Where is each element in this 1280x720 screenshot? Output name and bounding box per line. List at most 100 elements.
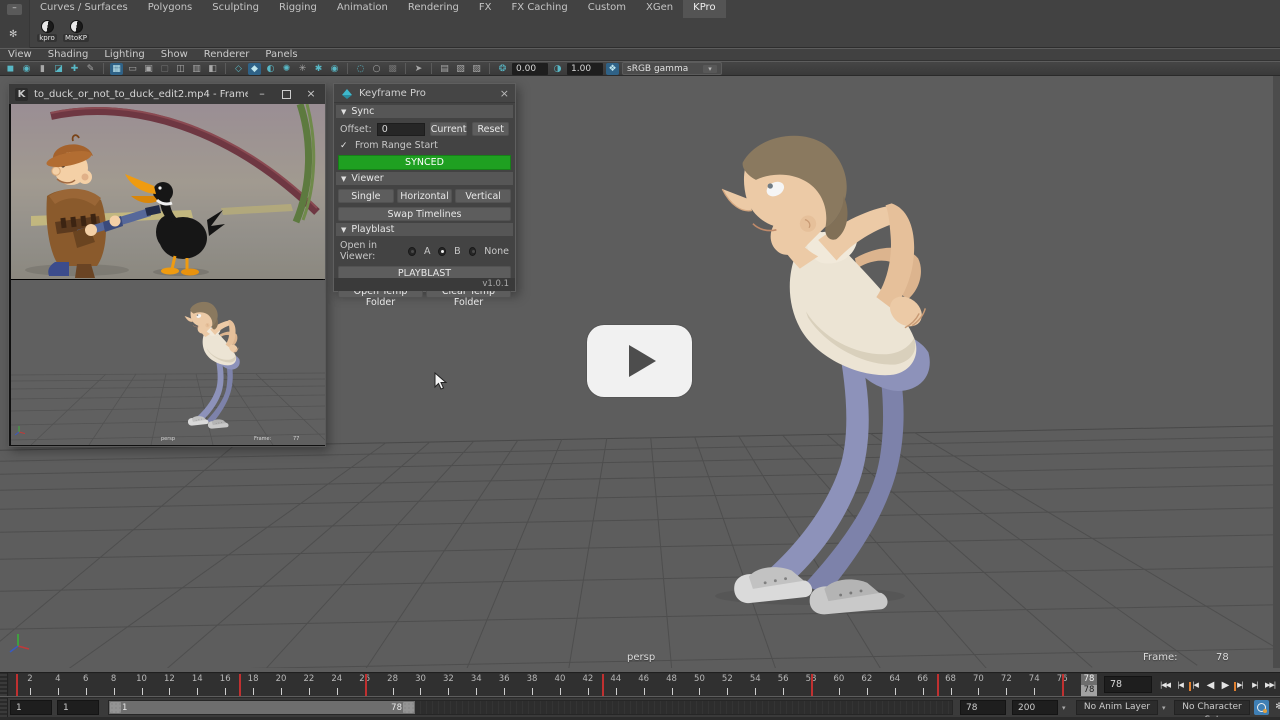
bookmark-icon[interactable]: ▮ <box>36 63 49 75</box>
toolbar-gamma-field[interactable]: 1.00 <box>567 63 603 75</box>
keyframe-pro-close-button[interactable]: × <box>500 84 509 103</box>
shelf-tab-custom[interactable]: Custom <box>578 0 636 18</box>
video-close-button[interactable]: × <box>303 84 319 104</box>
isolate-select-icon[interactable]: ▩ <box>386 63 399 75</box>
2d-pan-zoom-icon[interactable]: ✚ <box>68 63 81 75</box>
gate-mask-icon[interactable]: ▢ <box>158 63 171 75</box>
step-back-frame-button[interactable]: |◀ <box>1188 681 1202 689</box>
shelf-item-kpro[interactable]: kpro <box>34 19 60 42</box>
character-set-dropdown[interactable]: No Character Set <box>1174 700 1250 715</box>
grease-pencil-icon[interactable]: ✎ <box>84 63 97 75</box>
shelf-tab-rendering[interactable]: Rendering <box>398 0 469 18</box>
xray-icon[interactable]: ▤ <box>438 63 451 75</box>
panel-menu-show[interactable]: Show <box>161 49 188 61</box>
select-camera-icon[interactable]: ◼ <box>4 63 17 75</box>
color-space-dropdown-arrow[interactable]: ▾ <box>703 65 717 73</box>
shaded-icon[interactable]: ◆ <box>248 63 261 75</box>
current-time-indicator[interactable]: 78 78 <box>1081 674 1097 696</box>
anim-layer-dropdown[interactable]: No Anim Layer <box>1076 700 1158 715</box>
animation-end-field[interactable] <box>1012 700 1058 715</box>
playback-end-field[interactable] <box>960 700 1006 715</box>
viewer-horizontal-button[interactable]: Horizontal <box>397 189 453 203</box>
offset-input[interactable] <box>377 123 425 136</box>
step-back-key-button[interactable]: |◀ <box>1173 681 1187 689</box>
range-slider-bar[interactable]: 1 78 <box>109 701 415 714</box>
shelf-tab-rigging[interactable]: Rigging <box>269 0 327 18</box>
viewer-a-cartoon-clip[interactable] <box>11 104 325 279</box>
synced-status-button[interactable]: SYNCED <box>338 155 511 170</box>
shelf-tab-fx-caching[interactable]: FX Caching <box>502 0 578 18</box>
toolbar-exposure-field[interactable]: 0.00 <box>512 63 548 75</box>
step-forward-key-button[interactable]: ▶| <box>1248 681 1262 689</box>
shelf-tab-xgen[interactable]: XGen <box>636 0 683 18</box>
viewer-b-playblast-clip[interactable]: persp Frame: 77 <box>11 280 325 445</box>
shelf-item-mtokp[interactable]: MtoKP <box>63 19 89 42</box>
range-end-handle[interactable] <box>403 702 414 713</box>
panel-menu-shading[interactable]: Shading <box>48 49 89 61</box>
range-start-handle[interactable] <box>110 702 121 713</box>
anim-layer-dropdown-arrow[interactable]: ▾ <box>1062 704 1066 712</box>
panel-menu-lighting[interactable]: Lighting <box>104 49 144 61</box>
viewer-section-header[interactable]: ▼ Viewer <box>336 172 513 185</box>
gamma-icon[interactable]: ◑ <box>551 63 564 75</box>
field-chart-icon[interactable]: ◫ <box>174 63 187 75</box>
video-play-overlay-button[interactable] <box>587 325 692 397</box>
depth-of-field-icon[interactable]: ○ <box>370 63 383 75</box>
keyframe-pro-titlebar[interactable]: Keyframe Pro × <box>334 84 515 103</box>
use-all-lights-icon[interactable]: ✺ <box>280 63 293 75</box>
range-slider-grip[interactable] <box>0 698 8 717</box>
viewer-none-radio[interactable] <box>469 247 477 256</box>
shelf-gear-icon[interactable]: ✻ <box>9 29 17 40</box>
current-button[interactable]: Current <box>430 122 468 136</box>
range-slider-track[interactable]: 1 78 <box>108 700 953 715</box>
time-slider-grip[interactable] <box>0 673 8 696</box>
viewer-single-button[interactable]: Single <box>338 189 394 203</box>
wireframe-icon[interactable]: ◇ <box>232 63 245 75</box>
current-frame-field[interactable] <box>1104 676 1152 693</box>
film-gate-icon[interactable]: ▭ <box>126 63 139 75</box>
shadows-icon[interactable]: ✳ <box>296 63 309 75</box>
viewer-b-radio[interactable] <box>438 247 446 256</box>
viewer-vertical-button[interactable]: Vertical <box>455 189 511 203</box>
shelf-tab-sculpting[interactable]: Sculpting <box>202 0 269 18</box>
shelf-tab-curves-surfaces[interactable]: Curves / Surfaces <box>30 0 138 18</box>
video-minimize-button[interactable]: – <box>254 84 270 104</box>
step-forward-frame-button[interactable]: ▶| <box>1233 681 1247 689</box>
resolution-gate-icon[interactable]: ▣ <box>142 63 155 75</box>
play-forwards-button[interactable]: ▶ <box>1218 680 1232 691</box>
shelf-collapse-button[interactable]: – <box>7 4 22 15</box>
grid-icon[interactable]: ▦ <box>110 63 123 75</box>
playback-start-field[interactable] <box>57 700 99 715</box>
sync-section-header[interactable]: ▼ Sync <box>336 105 513 118</box>
panel-menu-renderer[interactable]: Renderer <box>204 49 250 61</box>
textured-icon[interactable]: ◐ <box>264 63 277 75</box>
ambient-occlusion-icon[interactable]: ✱ <box>312 63 325 75</box>
plugin-shapes-icon[interactable]: ▨ <box>470 63 483 75</box>
playblast-section-header[interactable]: ▼ Playblast <box>336 223 513 236</box>
animation-start-field[interactable] <box>10 700 52 715</box>
viewer-a-radio[interactable] <box>408 247 416 256</box>
camera-attributes-icon[interactable]: ◉ <box>20 63 33 75</box>
shelf-tab-fx[interactable]: FX <box>469 0 502 18</box>
swap-timelines-button[interactable]: Swap Timelines <box>338 207 511 221</box>
safe-action-icon[interactable]: ▥ <box>190 63 203 75</box>
go-to-end-button[interactable]: ▶▶| <box>1263 681 1277 689</box>
go-to-start-button[interactable]: |◀◀ <box>1158 681 1172 689</box>
video-maximize-button[interactable] <box>282 90 291 99</box>
character-set-dropdown-arrow[interactable]: ▾ <box>1162 704 1166 712</box>
exposure-icon[interactable]: ❂ <box>496 63 509 75</box>
motion-blur-icon[interactable]: ◉ <box>328 63 341 75</box>
safe-title-icon[interactable]: ◧ <box>206 63 219 75</box>
multisample-icon[interactable]: ◌ <box>354 63 367 75</box>
auto-keyframe-toggle[interactable] <box>1254 700 1269 715</box>
animation-preferences-button[interactable]: ✻ <box>1272 700 1280 715</box>
image-plane-icon[interactable]: ◪ <box>52 63 65 75</box>
panel-menu-view[interactable]: View <box>8 49 32 61</box>
color-space-dropdown[interactable]: sRGB gamma▾ <box>622 62 722 75</box>
select-object-icon[interactable]: ➤ <box>412 63 425 75</box>
shelf-tab-animation[interactable]: Animation <box>327 0 398 18</box>
shelf-tab-kpro[interactable]: KPro <box>683 0 725 18</box>
xray-joints-icon[interactable]: ▧ <box>454 63 467 75</box>
reset-button[interactable]: Reset <box>472 122 509 136</box>
timeline-ruler[interactable]: 78 78 2468101214161820222426283032343638… <box>9 674 1097 696</box>
